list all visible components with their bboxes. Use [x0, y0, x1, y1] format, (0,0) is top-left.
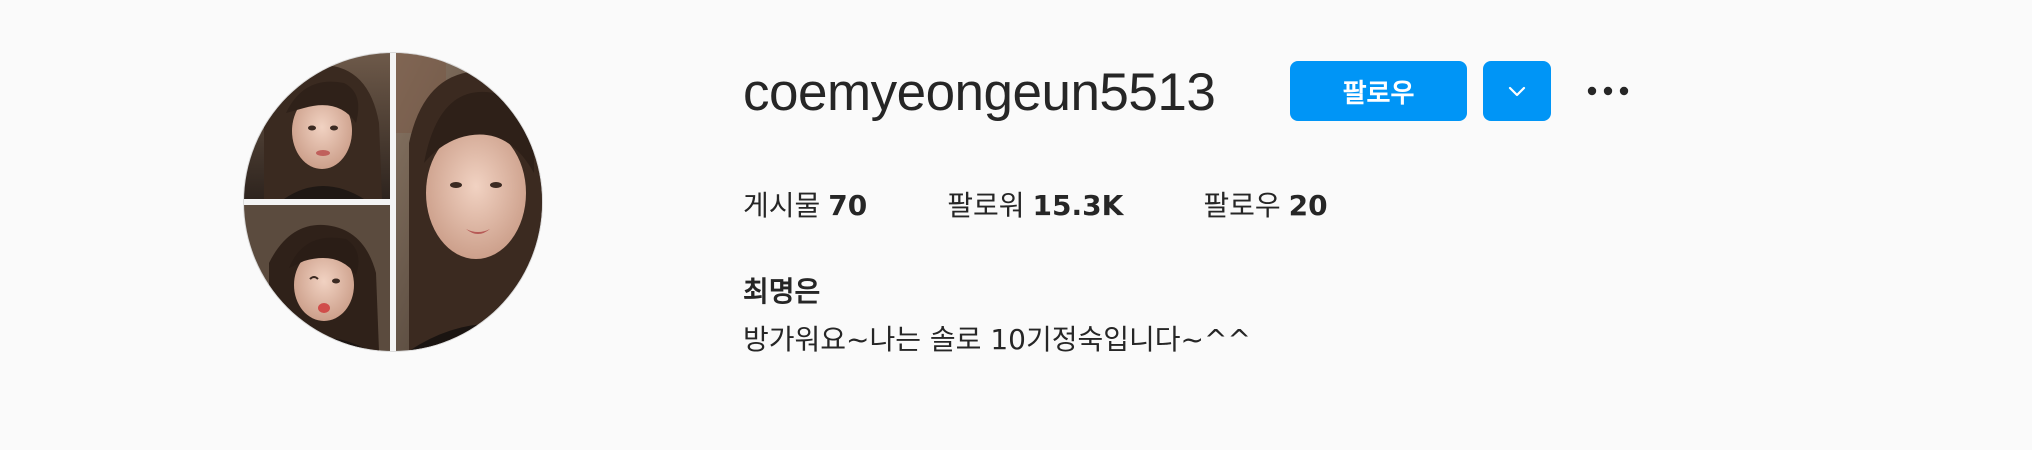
suggested-accounts-dropdown-button[interactable]: [1483, 61, 1551, 121]
stat-followers-value[interactable]: 15.3K: [1033, 189, 1124, 222]
chevron-down-icon: [1508, 86, 1526, 97]
stat-posts-label: 게시물: [743, 189, 821, 222]
stat-followers[interactable]: 팔로워 15.3K: [947, 184, 1123, 224]
stat-following[interactable]: 팔로우 20: [1203, 184, 1327, 224]
stat-followers-label[interactable]: 팔로워: [947, 184, 1024, 224]
stat-posts: 게시물 70: [743, 184, 867, 224]
profile-stats: 게시물 70 팔로워 15.3K 팔로우 20: [743, 184, 1328, 224]
stat-posts-value: 70: [828, 189, 868, 222]
more-options-icon: [1587, 86, 1629, 96]
profile-full-name: 최명은: [743, 275, 821, 308]
avatar-photo-collage: [244, 53, 542, 351]
stat-following-label[interactable]: 팔로우: [1203, 184, 1280, 224]
stat-following-value[interactable]: 20: [1289, 189, 1328, 222]
profile-username: coemyeongeun5513: [743, 63, 1216, 122]
profile-bio: 방가워요~나는 솔로 10기정숙입니다~^^: [743, 323, 1251, 356]
profile-avatar[interactable]: [244, 53, 542, 351]
follow-button[interactable]: 팔로우: [1290, 61, 1467, 121]
more-options-button[interactable]: [1582, 72, 1634, 110]
